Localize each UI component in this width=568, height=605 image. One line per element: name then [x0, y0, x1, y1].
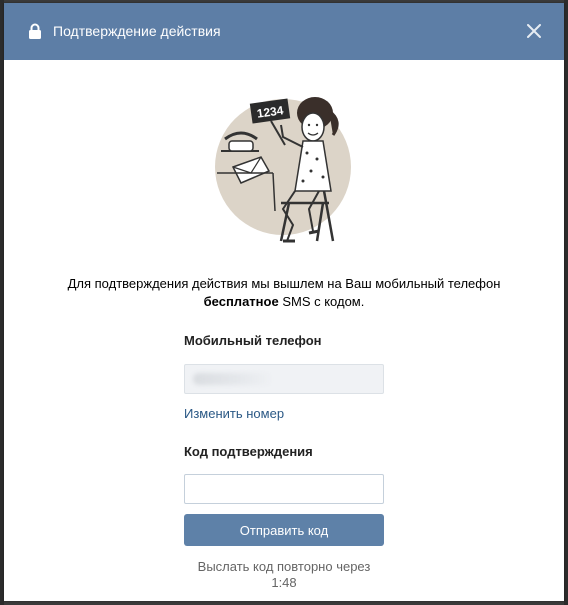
sms-info-message: Для подтверждения действия мы вышлем на …	[4, 275, 564, 311]
phone-value-obscured	[193, 373, 273, 385]
code-label: Код подтверждения	[184, 444, 313, 459]
sms-info-line-1: Для подтверждения действия мы вышлем на …	[67, 276, 501, 291]
send-code-button[interactable]: Отправить код	[184, 514, 384, 546]
dialog-title: Подтверждение действия	[53, 23, 221, 39]
resend-countdown: Выслать код повторно через 1:48	[197, 559, 371, 590]
dialog-header: Подтверждение действия	[4, 3, 564, 60]
page-backdrop-right	[564, 0, 568, 605]
sms-info-line-2-rest: SMS с кодом.	[278, 294, 365, 309]
confirmation-form: Мобильный телефон Изменить номер Код под…	[184, 333, 384, 591]
phone-field	[184, 364, 384, 394]
woman-with-phone-icon: 1234	[215, 97, 351, 243]
phone-label: Мобильный телефон	[184, 333, 322, 348]
confirmation-dialog: Подтверждение действия 1234 Для подтверж…	[4, 3, 564, 601]
free-label: бесплатное	[203, 294, 279, 309]
sms-info-line-2: бесплатное SMS с кодом.	[4, 293, 564, 311]
change-number-link[interactable]: Изменить номер	[184, 406, 384, 422]
lock-icon	[29, 23, 41, 39]
code-input[interactable]	[184, 474, 384, 504]
close-icon[interactable]	[527, 24, 541, 38]
